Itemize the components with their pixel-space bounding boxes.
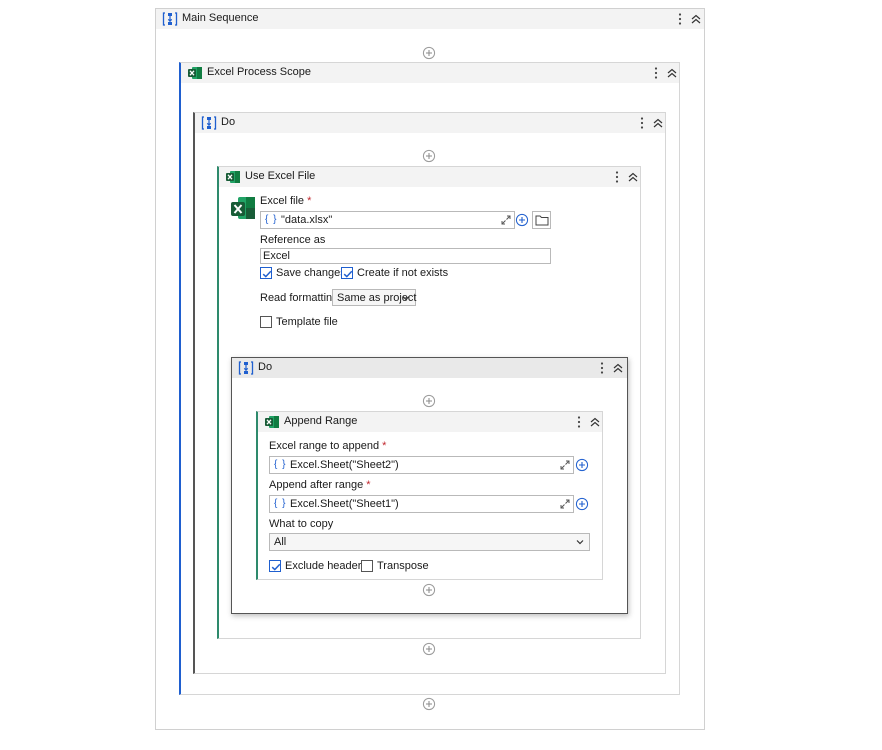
use-excel-file-title: Use Excel File <box>245 170 316 182</box>
template-file-checkbox[interactable] <box>260 316 272 328</box>
kebab-menu-icon[interactable] <box>675 11 685 27</box>
exclude-headers-label: Exclude headers <box>285 560 367 572</box>
create-if-not-exists-label: Create if not exists <box>357 267 449 279</box>
collapse-chevron-icon[interactable] <box>611 360 625 376</box>
check-icon <box>342 268 354 280</box>
sequence-icon <box>238 360 254 376</box>
expression-brace: { } <box>265 214 278 225</box>
main-sequence-title: Main Sequence <box>182 12 259 24</box>
excel-icon <box>264 414 280 430</box>
range-to-append-label: Excel range to append * <box>269 440 387 452</box>
add-activity-icon[interactable] <box>422 583 436 597</box>
check-icon <box>261 268 273 280</box>
browse-file-button[interactable] <box>532 211 551 229</box>
template-file-label: Template file <box>276 316 338 328</box>
do-outer-header[interactable]: Do <box>195 113 665 133</box>
kebab-menu-icon[interactable] <box>651 65 661 81</box>
add-variable-icon[interactable] <box>575 497 589 511</box>
excel-file-icon <box>231 197 255 219</box>
main-sequence-header[interactable]: Main Sequence <box>156 9 704 29</box>
do-outer-title: Do <box>221 116 236 128</box>
add-activity-icon[interactable] <box>422 642 436 656</box>
kebab-menu-icon[interactable] <box>612 169 622 185</box>
add-activity-icon[interactable] <box>422 394 436 408</box>
kebab-menu-icon[interactable] <box>637 115 647 131</box>
append-after-input[interactable]: { } Excel.Sheet("Sheet1") <box>269 495 574 513</box>
add-variable-icon[interactable] <box>575 458 589 472</box>
do-inner-header[interactable]: Do <box>232 358 627 378</box>
kebab-menu-icon[interactable] <box>597 360 607 376</box>
collapse-chevron-icon[interactable] <box>665 65 679 81</box>
add-activity-icon[interactable] <box>422 697 436 711</box>
reference-as-label: Reference as <box>260 234 326 246</box>
excel-file-label: Excel file * <box>260 195 312 207</box>
range-to-append-value: Excel.Sheet("Sheet2") <box>290 459 399 471</box>
kebab-menu-icon[interactable] <box>574 414 584 430</box>
range-to-append-input[interactable]: { } Excel.Sheet("Sheet2") <box>269 456 574 474</box>
expression-brace: { } <box>274 498 287 509</box>
collapse-chevron-icon[interactable] <box>588 414 602 430</box>
check-icon <box>270 561 282 573</box>
chevron-down-icon <box>575 537 585 547</box>
reference-as-input[interactable]: Excel <box>260 248 551 264</box>
read-formatting-dropdown[interactable]: Same as project <box>332 289 416 306</box>
expand-editor-icon[interactable] <box>558 458 572 472</box>
excel-icon <box>225 169 241 185</box>
use-excel-file-header[interactable]: Use Excel File <box>219 167 640 187</box>
reference-as-value: Excel <box>263 250 290 262</box>
add-activity-icon[interactable] <box>422 149 436 163</box>
transpose-label: Transpose <box>377 560 429 572</box>
append-range-title: Append Range <box>284 415 358 427</box>
excel-file-value: "data.xlsx" <box>281 214 333 226</box>
excel-process-scope-title: Excel Process Scope <box>207 66 311 78</box>
what-to-copy-label: What to copy <box>269 518 334 530</box>
excel-file-input[interactable]: { } "data.xlsx" <box>260 211 515 229</box>
add-variable-icon[interactable] <box>515 213 529 227</box>
add-activity-icon[interactable] <box>422 46 436 60</box>
chevron-down-icon <box>401 293 411 303</box>
excel-icon <box>187 65 203 81</box>
folder-icon <box>535 215 549 226</box>
excel-process-scope-header[interactable]: Excel Process Scope <box>181 63 679 83</box>
do-inner-title: Do <box>258 361 273 373</box>
read-formatting-label: Read formatting <box>260 292 339 304</box>
expand-editor-icon[interactable] <box>558 497 572 511</box>
what-to-copy-dropdown[interactable]: All <box>269 533 590 551</box>
what-to-copy-value: All <box>274 536 287 548</box>
sequence-icon <box>201 115 217 131</box>
collapse-chevron-icon[interactable] <box>651 115 665 131</box>
transpose-checkbox[interactable] <box>361 560 373 572</box>
sequence-icon <box>162 11 178 27</box>
expression-brace: { } <box>274 459 287 470</box>
exclude-headers-checkbox[interactable] <box>269 560 281 572</box>
append-range-header[interactable]: Append Range <box>258 412 602 432</box>
expand-editor-icon[interactable] <box>499 213 513 227</box>
append-after-value: Excel.Sheet("Sheet1") <box>290 498 399 510</box>
save-changes-checkbox[interactable] <box>260 267 272 279</box>
collapse-chevron-icon[interactable] <box>689 11 703 27</box>
collapse-chevron-icon[interactable] <box>626 169 640 185</box>
append-after-label: Append after range * <box>269 479 371 491</box>
save-changes-label: Save changes <box>276 267 346 279</box>
create-if-not-exists-checkbox[interactable] <box>341 267 353 279</box>
